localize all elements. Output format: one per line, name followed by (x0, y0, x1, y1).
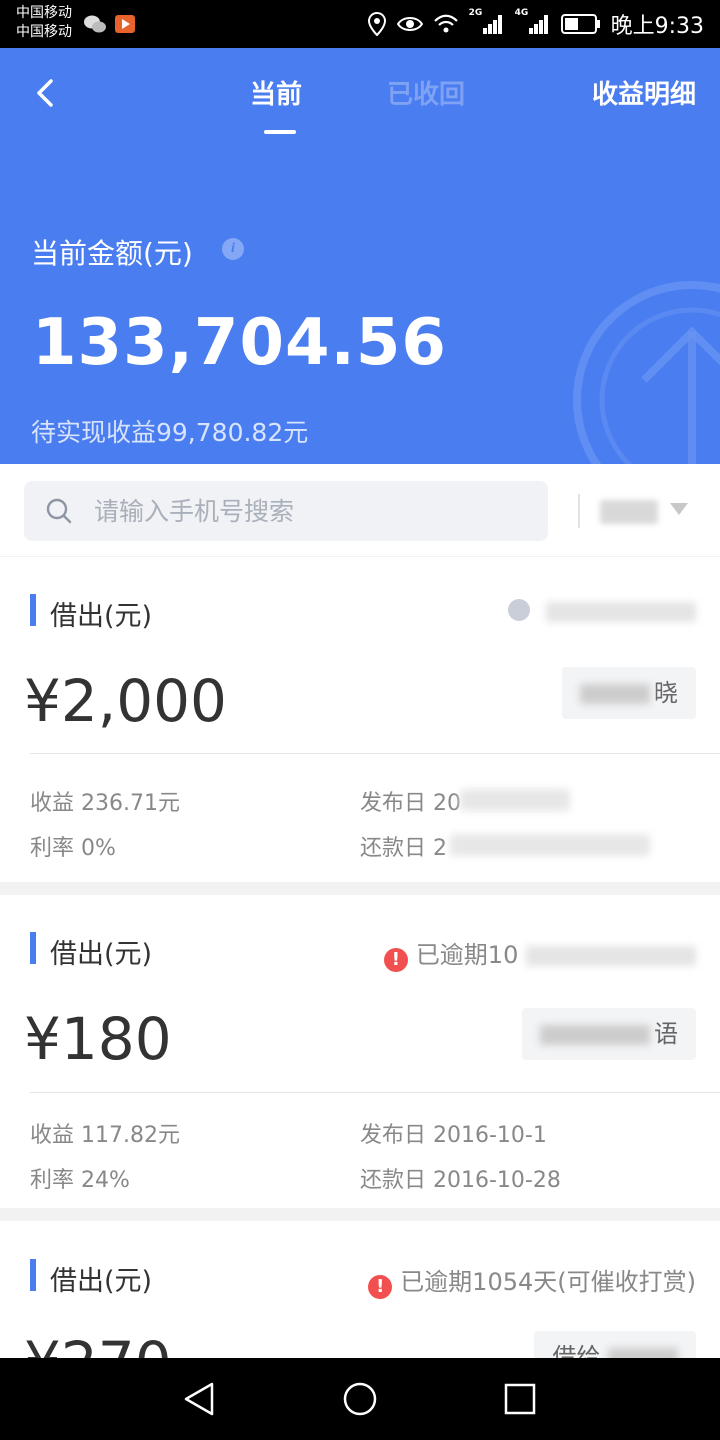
wifi-icon (433, 14, 458, 33)
loan-amount: ¥270 (24, 1329, 172, 1358)
active-tab-indicator (264, 130, 296, 134)
carrier-2: 中国移动 (16, 24, 72, 40)
card-title: 借出(元) (50, 601, 153, 632)
status-bar: 中国移动 中国移动 2G 4G 晚上9:33 (0, 0, 720, 48)
card-accent-bar (30, 932, 36, 964)
nav-back-icon[interactable] (180, 1379, 220, 1419)
card-divider (30, 1092, 720, 1093)
loan-amount: ¥180 (24, 1005, 172, 1073)
current-amount-value: 133,704.56 (32, 306, 447, 380)
card-divider (30, 753, 720, 754)
blurred-date (450, 834, 650, 856)
borrower-tag[interactable]: 借给 (534, 1331, 696, 1358)
blurred-date (460, 789, 570, 811)
filter-divider (578, 494, 580, 528)
loan-card[interactable]: 借出(元) ! 已逾期10 ¥180 语 收益 117.82元 利率 24% 发布… (0, 895, 720, 1208)
income-detail-link[interactable]: 收益明细 (592, 74, 696, 111)
header-panel: 当前 已收回 收益明细 当前金额(元) i 133,704.56 待实现收益99… (0, 48, 720, 464)
publish-date: 发布日 20 (360, 791, 461, 816)
carrier-1: 中国移动 (16, 5, 72, 21)
filter-caret-icon (670, 503, 688, 515)
repay-date: 还款日 2 (360, 836, 447, 861)
card-status: ! 已逾期10 (383, 935, 696, 972)
nav-recents-icon[interactable] (500, 1379, 540, 1419)
clock-time: 晚上9:33 (610, 14, 704, 39)
signal-2g-icon: 2G (469, 8, 505, 36)
battery-icon (560, 14, 600, 34)
blurred-borrower-text (540, 1025, 650, 1045)
status-icons: 2G 4G 晚上9:33 (367, 8, 704, 39)
rate-text: 利率 0% (30, 836, 116, 861)
location-icon (367, 12, 386, 36)
repay-date: 还款日 2016-10-28 (360, 1168, 561, 1193)
tab-current[interactable]: 当前 (250, 74, 302, 111)
publish-date: 发布日 2016-10-1 (360, 1123, 547, 1148)
search-box[interactable] (24, 481, 548, 541)
card-status (508, 597, 696, 625)
tab-returned[interactable]: 已收回 (387, 74, 465, 111)
loan-card[interactable]: 借出(元) ¥2,000 晓 收益 236.71元 利率 0% 发布日 20 还… (0, 557, 720, 882)
pending-income: 待实现收益99,780.82元 (31, 418, 309, 447)
card-title: 借出(元) (50, 1266, 153, 1297)
back-arrow-icon (37, 79, 53, 107)
borrower-name: 晓 (654, 679, 678, 707)
loan-card[interactable]: 借出(元) ! 已逾期1054天(可催收打赏) ¥270 借给 (0, 1221, 720, 1358)
alert-icon: ! (383, 948, 408, 972)
card-accent-bar (30, 594, 36, 626)
system-nav-bar (0, 1358, 720, 1440)
borrower-name: 语 (654, 1020, 678, 1048)
clock-icon (508, 599, 531, 621)
card-status: ! 已逾期1054天(可催收打赏) (368, 1262, 696, 1299)
borrower-tag[interactable]: 语 (522, 1008, 696, 1060)
search-icon (46, 498, 72, 524)
rate-text: 利率 24% (30, 1168, 130, 1193)
blurred-status-text (546, 602, 696, 622)
search-input[interactable] (94, 481, 534, 541)
alert-icon: ! (368, 1275, 393, 1299)
overdue-text: 已逾期1054天(可催收打赏) (400, 1268, 696, 1296)
loan-amount: ¥2,000 (24, 667, 227, 735)
overdue-text: 已逾期10 (415, 941, 519, 969)
search-bar (0, 464, 720, 556)
filter-label-blurred (600, 500, 658, 524)
nav-home-icon[interactable] (340, 1379, 380, 1419)
info-icon[interactable]: i (222, 238, 244, 260)
blurred-borrower-text (580, 684, 650, 704)
borrower-tag[interactable]: 晓 (562, 667, 696, 719)
filter-dropdown[interactable] (598, 488, 698, 534)
carrier-labels: 中国移动 中国移动 (16, 4, 72, 42)
income-text: 收益 117.82元 (30, 1123, 180, 1148)
eye-icon (396, 17, 423, 31)
video-app-icon (115, 15, 135, 33)
borrower-name: 借给 (552, 1343, 601, 1358)
back-button[interactable] (28, 76, 62, 110)
signal-4g-icon: 4G (515, 8, 551, 36)
card-accent-bar (30, 1259, 36, 1291)
decorative-up-arrow-icon (573, 281, 720, 464)
current-amount-label: 当前金额(元) (31, 237, 193, 270)
wechat-icon (84, 15, 106, 33)
income-text: 收益 236.71元 (30, 791, 180, 816)
blurred-borrower-text (608, 1348, 678, 1358)
blurred-status-text (526, 946, 696, 966)
card-title: 借出(元) (50, 939, 153, 970)
